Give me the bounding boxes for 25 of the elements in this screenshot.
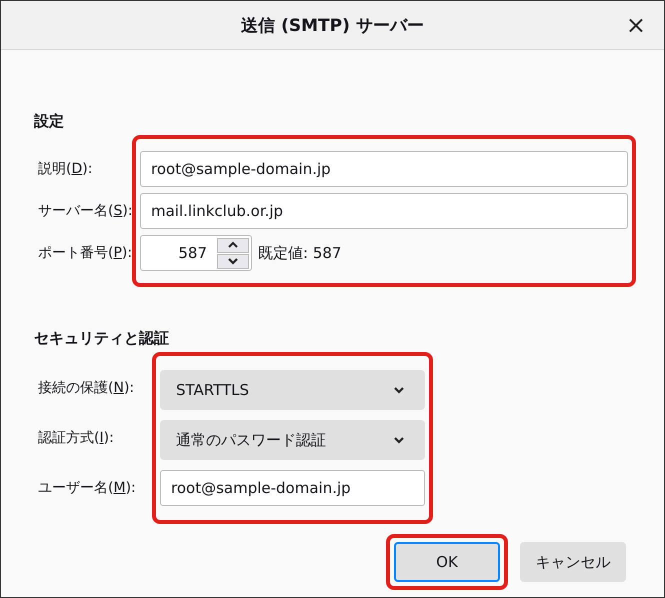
number-field[interactable]: 587 xyxy=(140,235,252,271)
field-label: ポート番号(P): xyxy=(37,244,132,262)
text-field[interactable]: mail.linkclub.or.jp xyxy=(140,193,628,229)
default-value-text: 既定値: 587 xyxy=(258,244,342,262)
field-label: 説明(D): xyxy=(37,160,92,178)
window-title: 送信 (SMTP) サーバー xyxy=(241,14,424,36)
dropdown[interactable]: 通常のパスワード認証 xyxy=(160,420,425,460)
increment-button[interactable] xyxy=(217,238,249,252)
text-field[interactable]: root@sample-domain.jp xyxy=(160,470,425,506)
dialog-button[interactable]: OK xyxy=(394,542,500,582)
field-label: 接続の保護(N): xyxy=(37,379,134,397)
chevron-down-icon xyxy=(393,436,405,444)
close-button[interactable]: × xyxy=(622,11,650,39)
field-label: ユーザー名(M): xyxy=(37,479,136,497)
section-heading: 設定 xyxy=(34,112,65,131)
chevron-up-icon xyxy=(227,241,239,249)
field-label: サーバー名(S): xyxy=(37,202,133,220)
text-field[interactable]: root@sample-domain.jp xyxy=(140,151,628,187)
decrement-button[interactable] xyxy=(217,254,249,268)
chevron-down-icon xyxy=(227,257,239,265)
dialog-button[interactable]: キャンセル xyxy=(520,542,626,582)
dropdown[interactable]: STARTTLS xyxy=(160,370,425,410)
field-label: 認証方式(I): xyxy=(37,429,114,447)
section-heading: セキュリティと認証 xyxy=(34,329,170,348)
chevron-down-icon xyxy=(393,386,405,394)
